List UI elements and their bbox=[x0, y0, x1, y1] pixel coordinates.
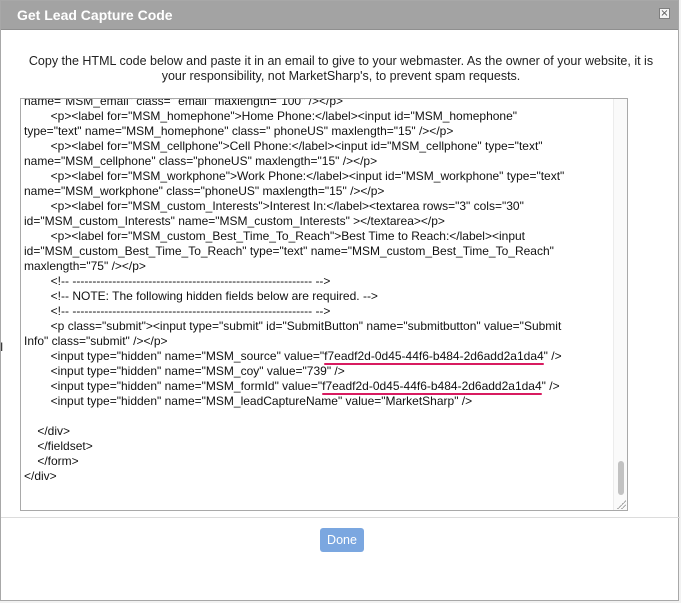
code-line: maxlength="75" /></p> bbox=[24, 259, 616, 274]
code-text: <p><label for="MSM_workphone">Work Phone… bbox=[24, 169, 565, 183]
code-text: <p><label for="MSM_custom_Best_Time_To_R… bbox=[24, 229, 526, 243]
code-line: name="MSM_workphone" class="phoneUS" max… bbox=[24, 184, 616, 199]
code-text: <input type="hidden" name="MSM_formId" v… bbox=[24, 379, 323, 393]
code-text: maxlength="75" /></p> bbox=[24, 259, 146, 273]
code-text: <p><label for="MSM_homephone">Home Phone… bbox=[24, 109, 518, 123]
code-text: type="text" name="MSM_homephone" class="… bbox=[24, 124, 454, 138]
code-text: <input type="hidden" name="MSM_coy" valu… bbox=[24, 364, 345, 378]
vertical-scrollbar[interactable] bbox=[613, 99, 627, 510]
code-text: <p class="submit"><input type="submit" i… bbox=[24, 319, 562, 333]
code-content: name="MSM_email" class=" email" maxlengt… bbox=[24, 98, 616, 484]
scrollbar-thumb[interactable] bbox=[618, 461, 624, 495]
code-text: <!-- -----------------------------------… bbox=[24, 304, 331, 318]
code-line: <!-- -----------------------------------… bbox=[24, 274, 616, 289]
code-text: <p><label for="MSM_cellphone">Cell Phone… bbox=[24, 139, 543, 153]
code-text: id="MSM_custom_Interests" name="MSM_cust… bbox=[24, 214, 445, 228]
footer-divider bbox=[1, 517, 680, 518]
code-line: </div> bbox=[24, 424, 616, 439]
close-icon[interactable]: × bbox=[659, 8, 670, 19]
dialog-title: Get Lead Capture Code bbox=[17, 7, 173, 23]
code-line: <p><label for="MSM_custom_Best_Time_To_R… bbox=[24, 229, 616, 244]
code-line: <!-- -----------------------------------… bbox=[24, 304, 616, 319]
code-text: name="MSM_workphone" class="phoneUS" max… bbox=[24, 184, 385, 198]
dialog-titlebar[interactable]: Get Lead Capture Code × bbox=[1, 1, 678, 30]
code-line: id="MSM_custom_Interests" name="MSM_cust… bbox=[24, 214, 616, 229]
code-text: </div> bbox=[24, 424, 71, 438]
code-text: id="MSM_custom_Best_Time_To_Reach" type=… bbox=[24, 244, 554, 258]
code-line: <input type="hidden" name="MSM_coy" valu… bbox=[24, 364, 616, 379]
code-line: <p class="submit"><input type="submit" i… bbox=[24, 319, 616, 334]
code-textarea[interactable]: name="MSM_email" class=" email" maxlengt… bbox=[20, 98, 628, 511]
code-line: <!-- NOTE: The following hidden fields b… bbox=[24, 289, 616, 304]
code-line: id="MSM_custom_Best_Time_To_Reach" type=… bbox=[24, 244, 616, 259]
code-line: <input type="hidden" name="MSM_source" v… bbox=[24, 349, 616, 364]
code-line: <p><label for="MSM_workphone">Work Phone… bbox=[24, 169, 616, 184]
code-line: Info" class="submit" /></p> bbox=[24, 334, 616, 349]
code-line: <p><label for="MSM_custom_Interests">Int… bbox=[24, 199, 616, 214]
code-text: " /> bbox=[541, 379, 560, 393]
code-text: </div> bbox=[24, 469, 57, 483]
code-line: </form> bbox=[24, 454, 616, 469]
resize-grip-icon[interactable] bbox=[616, 499, 626, 509]
code-line: </fieldset> bbox=[24, 439, 616, 454]
code-line: type="text" name="MSM_homephone" class="… bbox=[24, 124, 616, 139]
code-line: <p><label for="MSM_homephone">Home Phone… bbox=[24, 109, 616, 124]
code-text: <input type="hidden" name="MSM_source" v… bbox=[24, 349, 325, 363]
code-text: <input type="hidden" name="MSM_leadCaptu… bbox=[24, 394, 473, 408]
instructions-text: Copy the HTML code below and paste it in… bbox=[28, 54, 654, 83]
done-button[interactable]: Done bbox=[320, 528, 364, 552]
code-text: <!-- -----------------------------------… bbox=[24, 274, 331, 288]
code-line: name="MSM_cellphone" class="phoneUS" max… bbox=[24, 154, 616, 169]
code-line: <input type="hidden" name="MSM_formId" v… bbox=[24, 379, 616, 394]
code-text: name="MSM_cellphone" class="phoneUS" max… bbox=[24, 154, 378, 168]
code-text: Info" class="submit" /></p> bbox=[24, 334, 168, 348]
code-text: </form> bbox=[24, 454, 79, 468]
code-line: </div> bbox=[24, 469, 616, 484]
highlighted-guid: f7eadf2d-0d45-44f6-b484-2d6add2a1da4 bbox=[324, 349, 544, 363]
code-line: <p><label for="MSM_cellphone">Cell Phone… bbox=[24, 139, 616, 154]
code-text: name="MSM_email" class=" email" maxlengt… bbox=[24, 98, 344, 108]
code-line: <input type="hidden" name="MSM_leadCaptu… bbox=[24, 394, 616, 409]
code-text: " /> bbox=[543, 349, 562, 363]
code-text: <!-- NOTE: The following hidden fields b… bbox=[24, 289, 378, 303]
code-line: name="MSM_email" class=" email" maxlengt… bbox=[24, 98, 616, 109]
lead-capture-dialog: Get Lead Capture Code × Copy the HTML co… bbox=[0, 0, 680, 601]
code-text: <p><label for="MSM_custom_Interests">Int… bbox=[24, 199, 524, 213]
highlighted-guid: f7eadf2d-0d45-44f6-b484-2d6add2a1da4 bbox=[322, 379, 542, 393]
code-text: </fieldset> bbox=[24, 439, 93, 453]
background-page-edge: I bbox=[0, 340, 4, 354]
